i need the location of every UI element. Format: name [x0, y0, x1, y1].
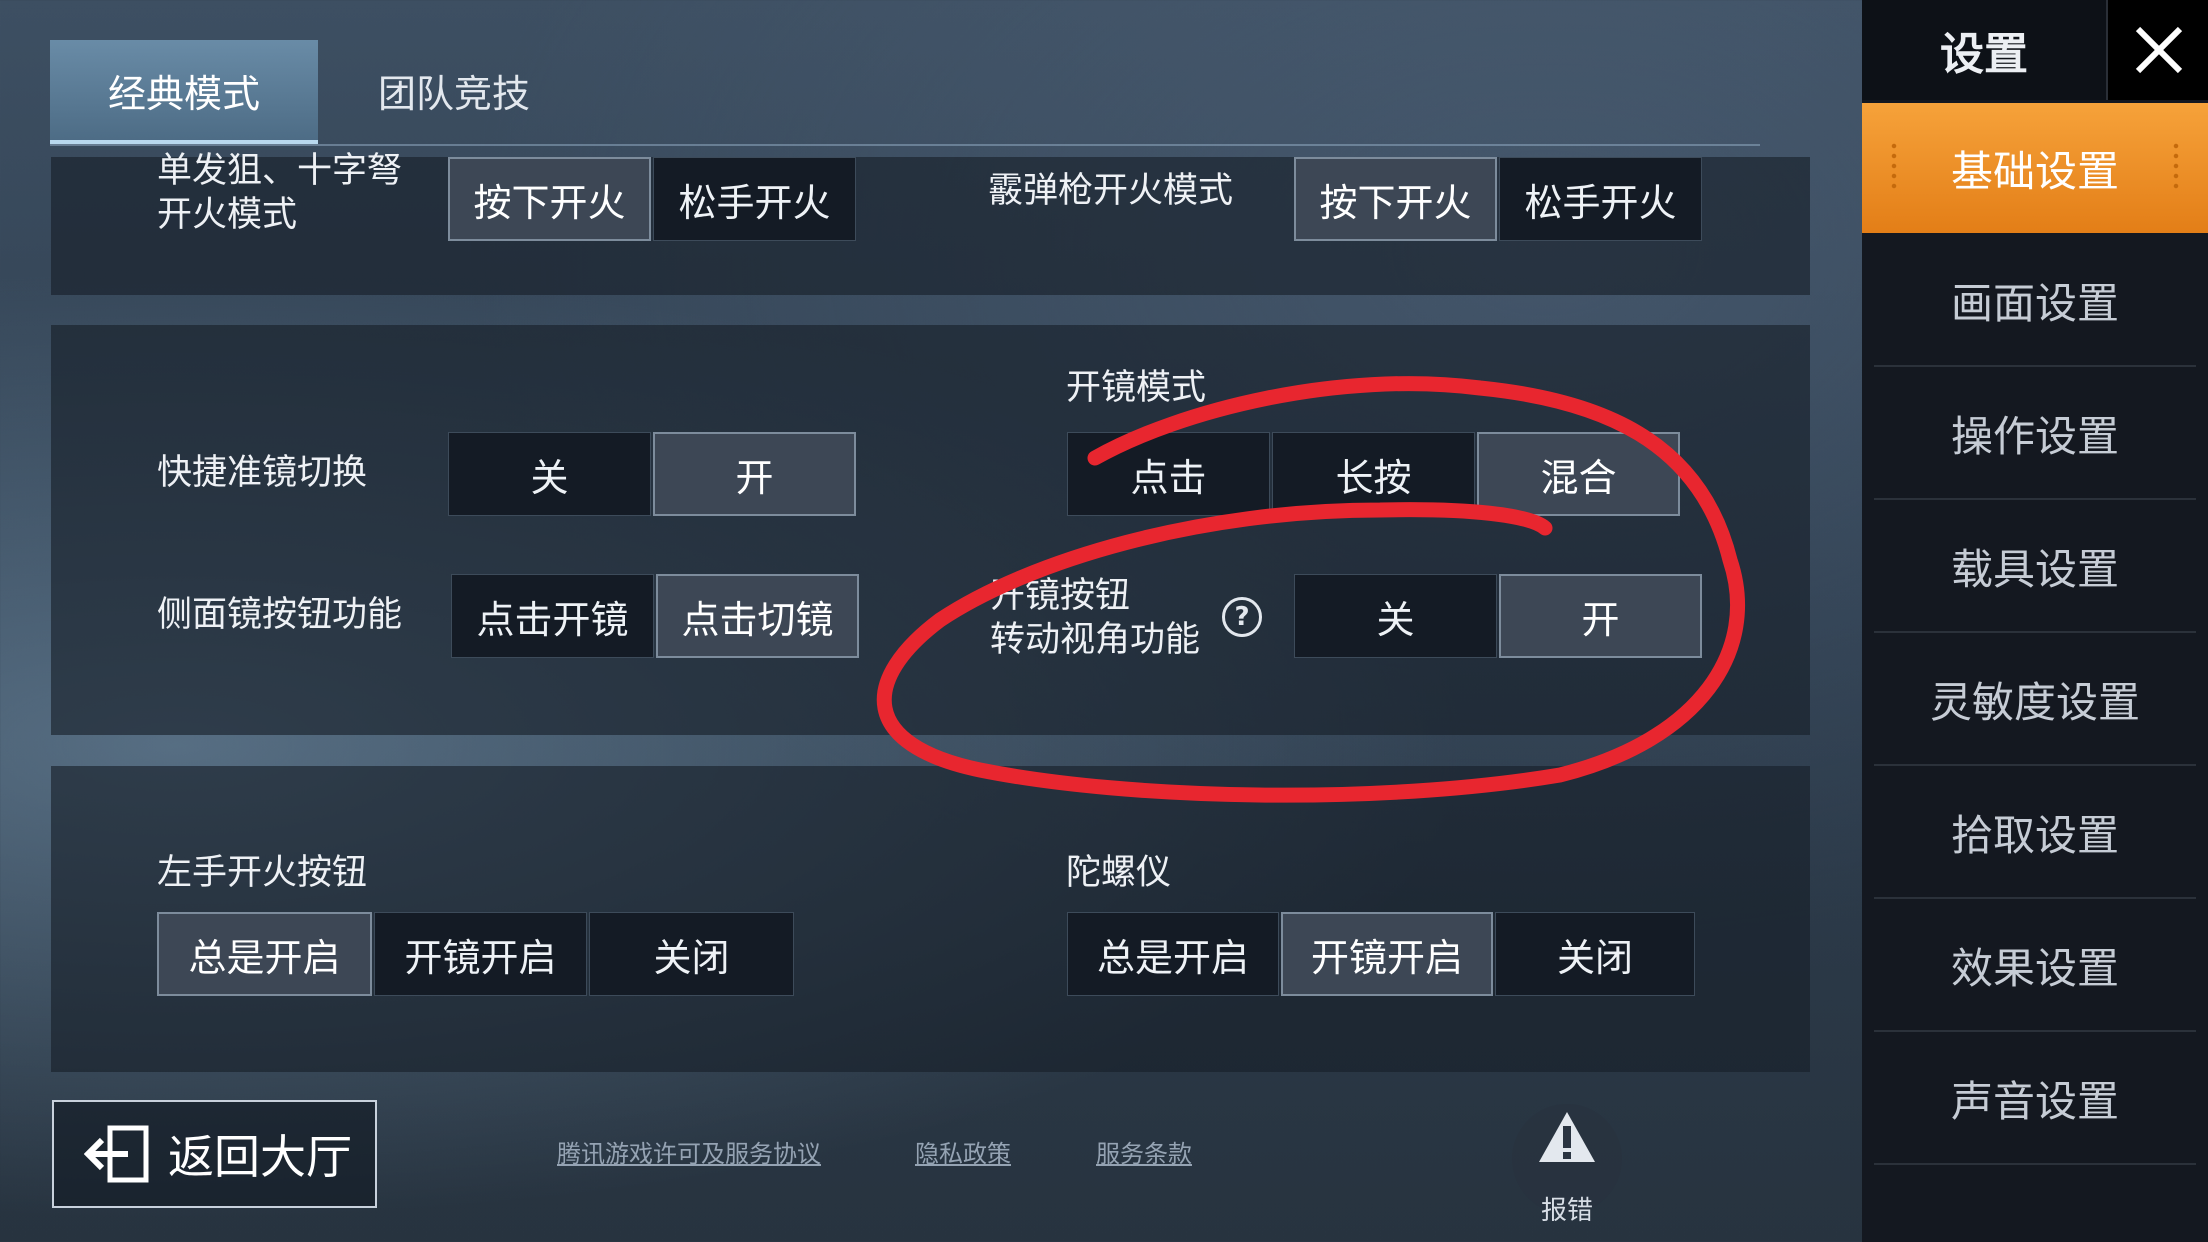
gyro-off-button[interactable]: 关闭 [1495, 912, 1695, 996]
left-fire-button-group: 总是开启 开镜开启 关闭 [157, 912, 794, 996]
scope-mode-label: 开镜模式 [1066, 368, 1207, 408]
sniper-press-fire-button[interactable]: 按下开火 [448, 157, 651, 241]
settings-main: 经典模式 团队竞技 单发狙、十字弩 开火模式 按下开火 松手开火 霰弹枪开火模式… [0, 0, 1862, 1242]
drag-handle-icon [2172, 141, 2180, 191]
scope-rotate-off-button[interactable]: 关 [1294, 574, 1497, 658]
settings-title: 设置 [1940, 29, 2028, 80]
left-fire-always-on-button[interactable]: 总是开启 [157, 912, 372, 996]
scope-mode-mixed-button[interactable]: 混合 [1477, 432, 1680, 516]
exit-door-icon [84, 1125, 149, 1183]
sidebar-item-basic-settings[interactable]: 基础设置 [1862, 103, 2208, 233]
gyro-scope-on-button[interactable]: 开镜开启 [1281, 912, 1493, 996]
shotgun-press-fire-button[interactable]: 按下开火 [1294, 157, 1497, 241]
scope-rotate-on-button[interactable]: 开 [1499, 574, 1702, 658]
report-error-label: 报错 [1540, 1196, 1593, 1226]
shotgun-fire-mode-group: 按下开火 松手开火 [1294, 157, 1702, 241]
license-agreement-link[interactable]: 腾讯游戏许可及服务协议 [557, 1134, 821, 1169]
sidebar-item-sensitivity-settings[interactable]: 灵敏度设置 [1874, 634, 2196, 766]
warning-icon [1539, 1112, 1595, 1162]
back-to-lobby-button[interactable]: 返回大厅 [52, 1100, 377, 1208]
scope-mode-hold-button[interactable]: 长按 [1272, 432, 1475, 516]
sidebar-header: 设置 [1862, 0, 2208, 100]
left-fire-scope-on-button[interactable]: 开镜开启 [374, 912, 587, 996]
gyro-always-on-button[interactable]: 总是开启 [1067, 912, 1279, 996]
mode-tabs: 经典模式 团队竞技 [50, 40, 1760, 146]
quick-scope-switch-label: 快捷准镜切换 [157, 453, 368, 493]
close-button[interactable] [2106, 0, 2208, 100]
scope-rotate-view-group: 关 开 [1294, 574, 1702, 658]
drag-handle-icon [1890, 141, 1898, 191]
side-scope-tap-switch-button[interactable]: 点击切镜 [656, 574, 859, 658]
back-to-lobby-label: 返回大厅 [168, 1130, 352, 1184]
side-scope-button-group: 点击开镜 点击切镜 [451, 574, 859, 658]
shotgun-release-fire-button[interactable]: 松手开火 [1499, 157, 1702, 241]
sidebar-item-graphics-settings[interactable]: 画面设置 [1874, 235, 2196, 367]
scope-panel: 开镜模式 点击 长按 混合 快捷准镜切换 关 开 侧面镜按钮功能 点击开镜 点击… [51, 325, 1810, 735]
sidebar-item-pickup-settings[interactable]: 拾取设置 [1874, 767, 2196, 899]
shotgun-fire-mode-label: 霰弹枪开火模式 [988, 171, 1234, 211]
side-scope-tap-open-button[interactable]: 点击开镜 [451, 574, 654, 658]
quick-scope-off-button[interactable]: 关 [448, 432, 651, 516]
sidebar-item-control-settings[interactable]: 操作设置 [1874, 368, 2196, 500]
sidebar-item-sound-settings[interactable]: 声音设置 [1874, 1033, 2196, 1165]
left-fire-off-button[interactable]: 关闭 [589, 912, 794, 996]
close-icon [2135, 26, 2183, 74]
side-scope-button-label: 侧面镜按钮功能 [157, 595, 403, 635]
sniper-fire-mode-group: 按下开火 松手开火 [448, 157, 856, 241]
report-error-button[interactable]: 报错 [1512, 1104, 1622, 1226]
quick-scope-switch-group: 关 开 [448, 432, 856, 516]
sidebar-item-vehicle-settings[interactable]: 载具设置 [1874, 501, 2196, 633]
gyroscope-label: 陀螺仪 [1066, 853, 1172, 893]
sidebar-item-label: 基础设置 [1950, 146, 2119, 196]
left-fire-button-label: 左手开火按钮 [157, 853, 368, 893]
settings-sidebar: 设置 基础设置 画面设置 操作设置 载具设置 灵敏度设置 拾取设置 效果设置 声… [1862, 0, 2208, 1242]
fire-mode-panel: 单发狙、十字弩 开火模式 按下开火 松手开火 霰弹枪开火模式 按下开火 松手开火 [51, 151, 1810, 295]
scope-mode-tap-button[interactable]: 点击 [1067, 432, 1270, 516]
tab-team-deathmatch[interactable]: 团队竞技 [320, 40, 588, 140]
fire-gyro-panel: 左手开火按钮 总是开启 开镜开启 关闭 陀螺仪 总是开启 开镜开启 关闭 [51, 766, 1810, 1072]
sniper-fire-mode-label: 单发狙、十字弩 开火模式 [157, 151, 403, 235]
sniper-release-fire-button[interactable]: 松手开火 [653, 157, 856, 241]
scope-mode-group: 点击 长按 混合 [1067, 432, 1680, 516]
help-icon[interactable]: ? [1222, 597, 1262, 637]
scope-rotate-view-label: 开镜按钮 转动视角功能 [990, 576, 1201, 660]
sidebar-item-effects-settings[interactable]: 效果设置 [1874, 900, 2196, 1032]
tab-classic-mode[interactable]: 经典模式 [50, 40, 318, 144]
terms-of-service-link[interactable]: 服务条款 [1096, 1134, 1192, 1169]
gyroscope-group: 总是开启 开镜开启 关闭 [1067, 912, 1695, 996]
privacy-policy-link[interactable]: 隐私政策 [915, 1134, 1011, 1169]
quick-scope-on-button[interactable]: 开 [653, 432, 856, 516]
